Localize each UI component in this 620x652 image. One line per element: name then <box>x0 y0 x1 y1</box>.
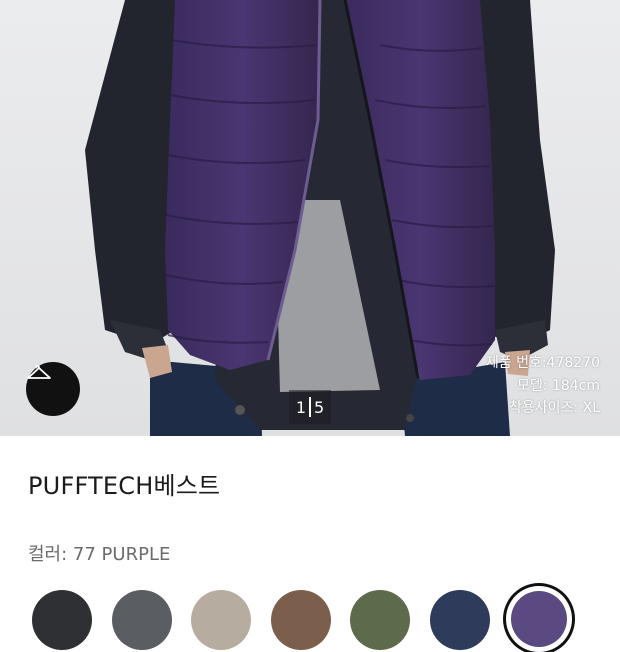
product-title: PUFFTECH베스트 <box>28 472 221 500</box>
color-swatch-brown[interactable] <box>270 590 331 650</box>
product-number-label: 제품 번호: <box>485 355 547 371</box>
product-number-row: 제품 번호:478270 <box>486 352 600 375</box>
selected-color: 컬러: 77 PURPLE <box>28 540 170 566</box>
image-pager: 1 5 <box>289 390 331 424</box>
current-page: 1 <box>295 397 306 417</box>
model-height: 184cm <box>551 377 600 394</box>
model-height-row: 모델: 184cm <box>486 375 600 398</box>
model-info: 제품 번호:478270 모델: 184cm 착용사이즈: XL <box>486 352 600 420</box>
color-swatch-navy[interactable] <box>429 590 490 650</box>
total-pages: 5 <box>314 397 325 417</box>
color-swatch-gray[interactable] <box>111 590 172 650</box>
try-on-hanger-button[interactable] <box>26 362 80 416</box>
product-number: 478270 <box>546 355 600 371</box>
pager-divider <box>309 397 311 417</box>
color-label: 컬러: <box>28 544 68 565</box>
color-swatch-olive[interactable] <box>350 590 410 650</box>
color-value: 77 PURPLE <box>72 544 171 565</box>
model-height-label: 모델: <box>517 377 548 394</box>
color-swatch-fill <box>511 591 567 647</box>
wearing-size: XL <box>582 400 600 416</box>
color-swatch-beige[interactable] <box>191 590 251 650</box>
wearing-size-row: 착용사이즈: XL <box>486 397 600 420</box>
color-swatches <box>32 586 620 652</box>
color-swatch-black[interactable] <box>32 590 92 650</box>
wearing-size-label: 착용사이즈: <box>509 400 579 416</box>
product-image[interactable]: 1 5 제품 번호:478270 모델: 184cm 착용사이즈: XL <box>0 0 620 436</box>
color-swatch-purple[interactable] <box>506 586 572 652</box>
